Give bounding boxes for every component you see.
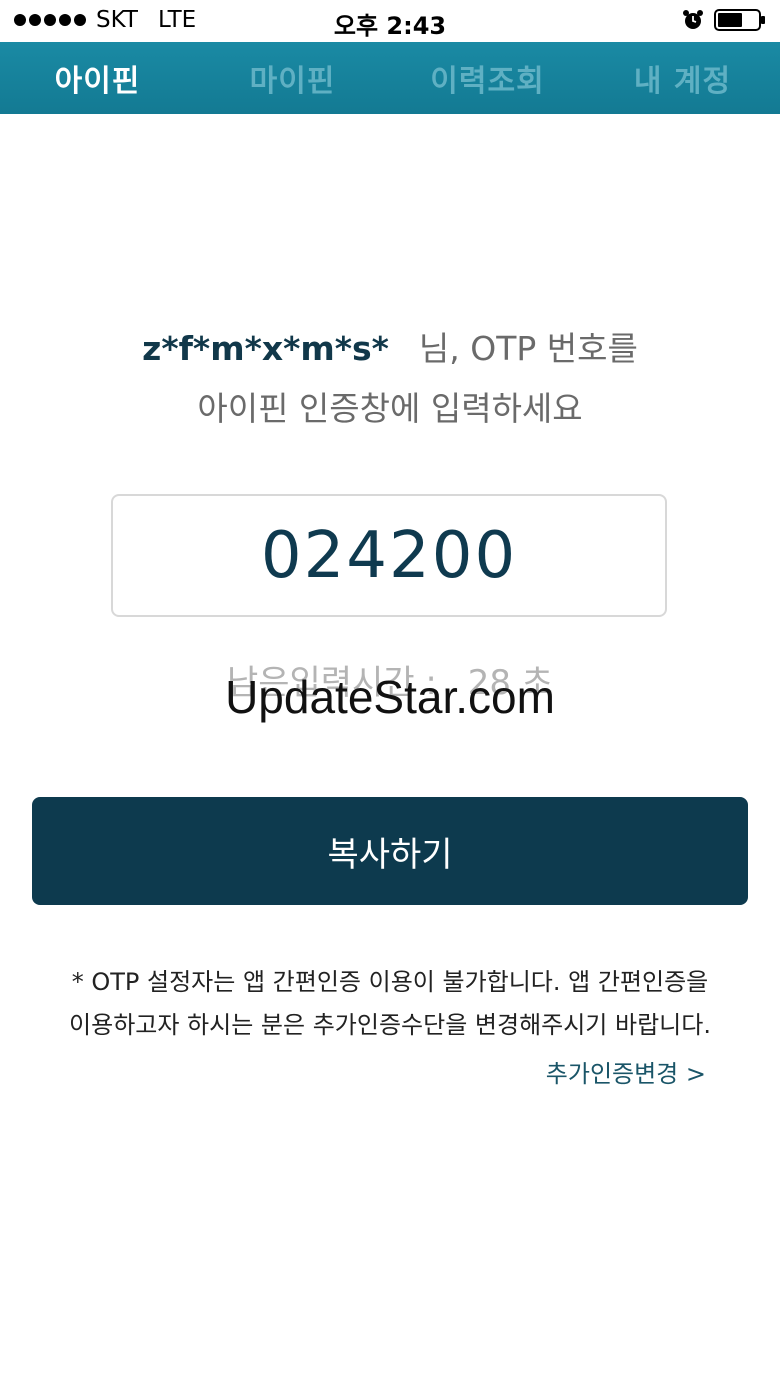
- otp-display-box: 024200: [111, 494, 667, 617]
- status-bar: SKT LTE 오후 2:43: [0, 0, 780, 42]
- battery-icon: [714, 9, 765, 31]
- otp-code: 024200: [260, 518, 518, 593]
- watermark: UpdateStar.com: [225, 671, 555, 723]
- notice-line2: 이용하고자 하시는 분은 추가인증수단을 변경해주시기 바랍니다.: [69, 1011, 711, 1039]
- copy-button[interactable]: 복사하기: [32, 797, 748, 905]
- tab-history[interactable]: 이력조회: [390, 42, 585, 114]
- otp-instruction-line1: z*f*m*x*m*s* 님, OTP 번호를: [0, 322, 780, 370]
- masked-user-id: z*f*m*x*m*s*: [142, 329, 389, 368]
- alarm-icon: [683, 10, 703, 29]
- change-auth-link[interactable]: 추가인증변경 >: [546, 1054, 706, 1089]
- tab-bar: 아이핀 마이핀 이력조회 내 계정: [0, 42, 780, 114]
- status-right: [682, 9, 766, 31]
- tab-ipin[interactable]: 아이핀: [0, 42, 195, 114]
- otp-instruction-line2: 아이핀 인증창에 입력하세요: [197, 389, 583, 428]
- instruction-text: 님, OTP 번호를: [418, 329, 638, 368]
- tab-account[interactable]: 내 계정: [585, 42, 780, 114]
- notice-line1: * OTP 설정자는 앱 간편인증 이용이 불가합니다. 앱 간편인증을: [71, 968, 709, 996]
- status-time: 오후 2:43: [333, 12, 447, 40]
- tab-mypin[interactable]: 마이핀: [195, 42, 390, 114]
